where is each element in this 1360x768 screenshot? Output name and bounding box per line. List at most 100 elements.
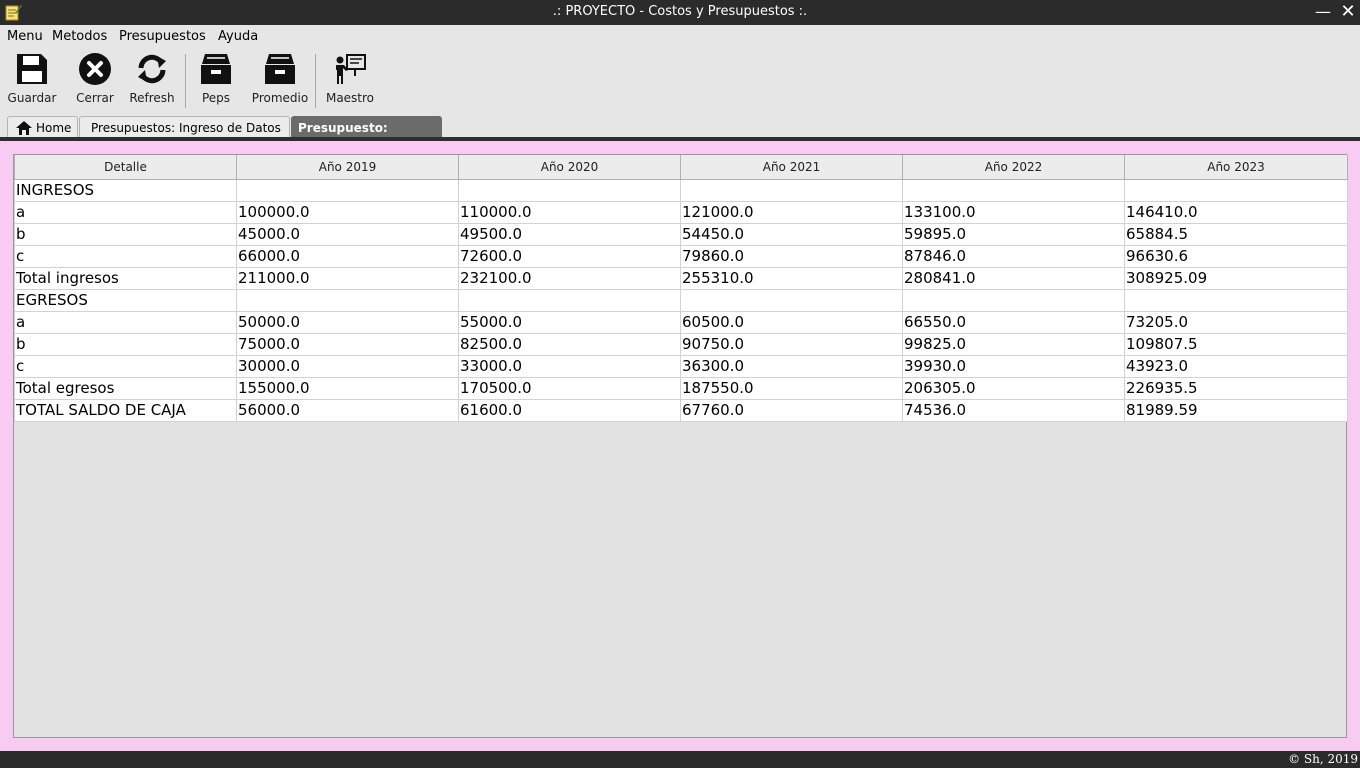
table-cell[interactable]: 280841.0 <box>902 266 1125 290</box>
table-cell[interactable]: 65884.5 <box>1124 222 1348 246</box>
table-cell[interactable] <box>236 178 459 202</box>
table-cell[interactable]: 90750.0 <box>680 332 903 356</box>
table-header-row: Detalle Año 2019 Año 2020 Año 2021 Año 2… <box>14 155 1348 180</box>
table-cell[interactable] <box>680 288 903 312</box>
close-window-button[interactable]: ✕ <box>1337 2 1359 22</box>
table-cell[interactable]: 146410.0 <box>1124 200 1348 224</box>
table-cell[interactable]: 49500.0 <box>458 222 681 246</box>
table-cell[interactable]: 67760.0 <box>680 398 903 422</box>
table-cell[interactable]: 43923.0 <box>1124 354 1348 378</box>
table-cell[interactable]: 36300.0 <box>680 354 903 378</box>
table-cell[interactable]: 56000.0 <box>236 398 459 422</box>
table-cell[interactable] <box>236 288 459 312</box>
maestro-button[interactable]: Maestro <box>322 48 378 110</box>
table-cell[interactable]: 45000.0 <box>236 222 459 246</box>
close-circle-icon <box>79 53 111 85</box>
table-cell[interactable]: 87846.0 <box>902 244 1125 268</box>
guardar-button[interactable]: Guardar <box>4 48 60 110</box>
table-cell[interactable]: 30000.0 <box>236 354 459 378</box>
column-header[interactable]: Año 2022 <box>902 155 1125 180</box>
table-cell[interactable]: 50000.0 <box>236 310 459 334</box>
table-row: c 30000.0 33000.0 36300.0 39930.0 43923.… <box>14 354 1348 378</box>
column-header[interactable]: Detalle <box>14 155 237 180</box>
cerrar-button[interactable]: Cerrar <box>70 48 120 110</box>
table-cell[interactable]: c <box>14 354 237 378</box>
table-cell[interactable]: 226935.5 <box>1124 376 1348 400</box>
table-cell[interactable]: 308925.09 <box>1124 266 1348 290</box>
table-cell[interactable]: 55000.0 <box>458 310 681 334</box>
table-cell[interactable]: 60500.0 <box>680 310 903 334</box>
table-cell[interactable]: 33000.0 <box>458 354 681 378</box>
table-cell[interactable]: EGRESOS <box>14 288 237 312</box>
table-row: a 50000.0 55000.0 60500.0 66550.0 73205.… <box>14 310 1348 334</box>
table-cell[interactable]: 81989.59 <box>1124 398 1348 422</box>
column-header[interactable]: Año 2020 <box>458 155 681 180</box>
column-header[interactable]: Año 2019 <box>236 155 459 180</box>
table-cell[interactable] <box>1124 288 1348 312</box>
table-cell[interactable]: 39930.0 <box>902 354 1125 378</box>
table-cell[interactable]: 73205.0 <box>1124 310 1348 334</box>
table-cell[interactable]: 66000.0 <box>236 244 459 268</box>
table-cell[interactable]: INGRESOS <box>14 178 237 202</box>
table-row: c 66000.0 72600.0 79860.0 87846.0 96630.… <box>14 244 1348 268</box>
table-cell[interactable]: 59895.0 <box>902 222 1125 246</box>
table-cell[interactable]: Total egresos <box>14 376 237 400</box>
table-cell[interactable]: TOTAL SALDO DE CAJA <box>14 398 237 422</box>
table-cell[interactable]: a <box>14 200 237 224</box>
table-cell[interactable]: 72600.0 <box>458 244 681 268</box>
table-cell[interactable]: 99825.0 <box>902 332 1125 356</box>
copyright-text: © Sh, 2019 <box>1288 752 1358 766</box>
window-title: .: PROYECTO - Costos y Presupuestos :. <box>552 4 808 19</box>
menu-metodos[interactable]: Metodos <box>52 29 107 44</box>
table-cell[interactable]: 109807.5 <box>1124 332 1348 356</box>
table-cell[interactable]: 96630.6 <box>1124 244 1348 268</box>
peps-button[interactable]: Peps <box>192 48 240 110</box>
table-cell[interactable]: 211000.0 <box>236 266 459 290</box>
promedio-button[interactable]: Promedio <box>250 48 310 110</box>
table-cell[interactable]: 255310.0 <box>680 266 903 290</box>
menu-presupuestos[interactable]: Presupuestos <box>119 29 206 44</box>
tab-home[interactable]: Home <box>7 116 78 138</box>
table-cell[interactable]: 206305.0 <box>902 376 1125 400</box>
tab-ingreso-datos[interactable]: Presupuestos: Ingreso de Datos <box>79 116 290 138</box>
table-cell[interactable]: 187550.0 <box>680 376 903 400</box>
peps-label: Peps <box>201 91 231 105</box>
table-cell[interactable]: 75000.0 <box>236 332 459 356</box>
archive-box-icon <box>265 54 295 84</box>
column-header[interactable]: Año 2021 <box>680 155 903 180</box>
budget-table: Detalle Año 2019 Año 2020 Año 2021 Año 2… <box>14 155 1348 422</box>
table-cell[interactable]: 170500.0 <box>458 376 681 400</box>
table-cell[interactable] <box>680 178 903 202</box>
table-cell[interactable] <box>458 288 681 312</box>
table-cell[interactable]: 54450.0 <box>680 222 903 246</box>
table-cell[interactable]: 121000.0 <box>680 200 903 224</box>
table-cell[interactable]: c <box>14 244 237 268</box>
table-cell[interactable]: 61600.0 <box>458 398 681 422</box>
table-cell[interactable]: 79860.0 <box>680 244 903 268</box>
column-header[interactable]: Año 2023 <box>1124 155 1348 180</box>
table-cell[interactable]: 100000.0 <box>236 200 459 224</box>
table-cell[interactable] <box>1124 178 1348 202</box>
table-row: EGRESOS <box>14 288 1348 312</box>
table-cell[interactable]: 82500.0 <box>458 332 681 356</box>
table-cell[interactable]: Total ingresos <box>14 266 237 290</box>
table-cell[interactable]: 74536.0 <box>902 398 1125 422</box>
table-cell[interactable]: 232100.0 <box>458 266 681 290</box>
table-cell[interactable] <box>902 178 1125 202</box>
table-cell[interactable] <box>458 178 681 202</box>
minimize-button[interactable]: — <box>1312 2 1334 22</box>
tab-maestro[interactable]: Presupuesto: Maestro <box>291 116 442 149</box>
refresh-button[interactable]: Refresh <box>126 48 178 110</box>
table-cell[interactable]: 66550.0 <box>902 310 1125 334</box>
table-row: INGRESOS <box>14 178 1348 202</box>
table-cell[interactable]: 110000.0 <box>458 200 681 224</box>
table-cell[interactable]: b <box>14 332 237 356</box>
table-cell[interactable]: b <box>14 222 237 246</box>
table-cell[interactable]: 133100.0 <box>902 200 1125 224</box>
menu-ayuda[interactable]: Ayuda <box>218 29 258 44</box>
table-cell[interactable]: 155000.0 <box>236 376 459 400</box>
menu-menu[interactable]: Menu <box>7 29 43 44</box>
table-cell[interactable]: a <box>14 310 237 334</box>
table-cell[interactable] <box>902 288 1125 312</box>
budget-table-container: Detalle Año 2019 Año 2020 Año 2021 Año 2… <box>13 154 1348 738</box>
